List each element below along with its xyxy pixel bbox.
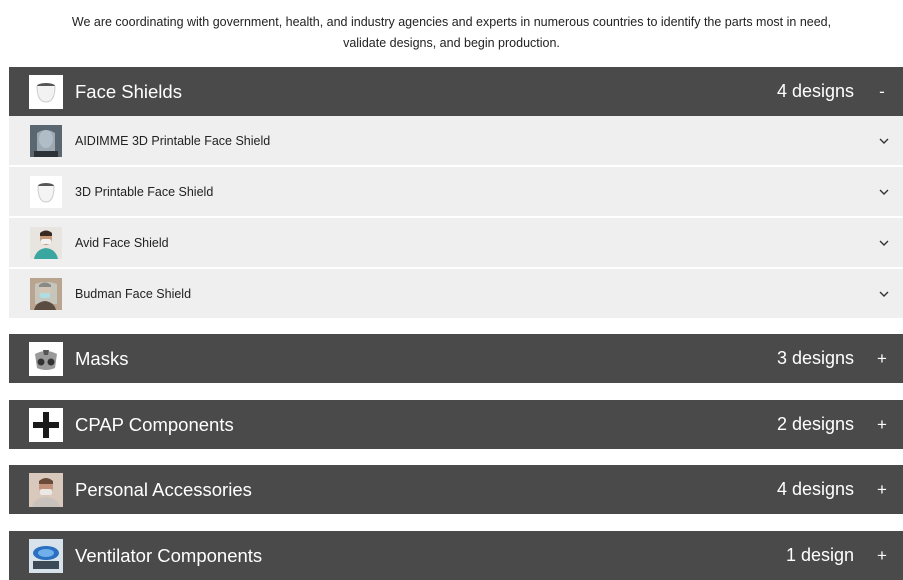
- category-title: CPAP Components: [75, 413, 234, 435]
- intro-line-1: We are coordinating with government, hea…: [71, 15, 832, 29]
- design-item-title: Budman Face Shield: [75, 286, 192, 301]
- category-personal-accessories[interactable]: Personal Accessories 4 designs +: [9, 465, 903, 514]
- design-item[interactable]: 3D Printable Face Shield: [9, 167, 903, 216]
- person-accessory-photo-icon: [29, 472, 63, 507]
- category-title: Personal Accessories: [75, 478, 252, 500]
- intro-line-2: validate designs, and begin production.: [343, 36, 560, 50]
- design-item[interactable]: Avid Face Shield: [9, 218, 903, 267]
- person-face-shield-photo-icon: [30, 124, 62, 157]
- category-title: Face Shields: [75, 80, 182, 102]
- category-ventilator-components[interactable]: Ventilator Components 1 design +: [9, 531, 903, 580]
- design-item[interactable]: AIDIMME 3D Printable Face Shield: [9, 116, 903, 165]
- mask-thumbnail-icon: [29, 341, 63, 376]
- expand-toggle[interactable]: +: [872, 349, 892, 369]
- design-item[interactable]: Budman Face Shield: [9, 269, 903, 318]
- person-mask-photo-icon: [30, 226, 62, 259]
- category-count: 1 design: [785, 545, 854, 565]
- category-count: 2 designs: [776, 414, 854, 434]
- category-count: 3 designs: [776, 348, 854, 368]
- ventilator-component-photo-icon: [29, 538, 63, 573]
- expand-toggle[interactable]: +: [872, 415, 892, 435]
- face-shield-thumbnail-icon: [29, 74, 63, 109]
- design-item-title: AIDIMME 3D Printable Face Shield: [75, 133, 271, 148]
- chevron-down-icon[interactable]: [876, 133, 892, 149]
- collapse-toggle[interactable]: -: [872, 82, 892, 102]
- design-item-title: 3D Printable Face Shield: [75, 184, 214, 199]
- expand-toggle[interactable]: +: [872, 546, 892, 566]
- category-count: 4 designs: [776, 81, 854, 101]
- category-face-shields[interactable]: Face Shields 4 designs -: [9, 67, 903, 116]
- expand-toggle[interactable]: +: [872, 480, 892, 500]
- category-count: 4 designs: [776, 479, 854, 499]
- category-title: Ventilator Components: [75, 544, 263, 566]
- category-masks[interactable]: Masks 3 designs +: [9, 334, 903, 383]
- person-face-shield-photo-icon: [30, 277, 62, 310]
- face-shield-thumbnail-icon: [30, 175, 62, 208]
- cpap-component-thumbnail-icon: [29, 407, 63, 442]
- category-title: Masks: [75, 347, 129, 369]
- design-item-title: Avid Face Shield: [75, 235, 169, 250]
- chevron-down-icon[interactable]: [876, 184, 892, 200]
- chevron-down-icon[interactable]: [876, 286, 892, 302]
- chevron-down-icon[interactable]: [876, 235, 892, 251]
- intro-text: We are coordinating with government, hea…: [0, 0, 903, 54]
- category-cpap-components[interactable]: CPAP Components 2 designs +: [9, 400, 903, 449]
